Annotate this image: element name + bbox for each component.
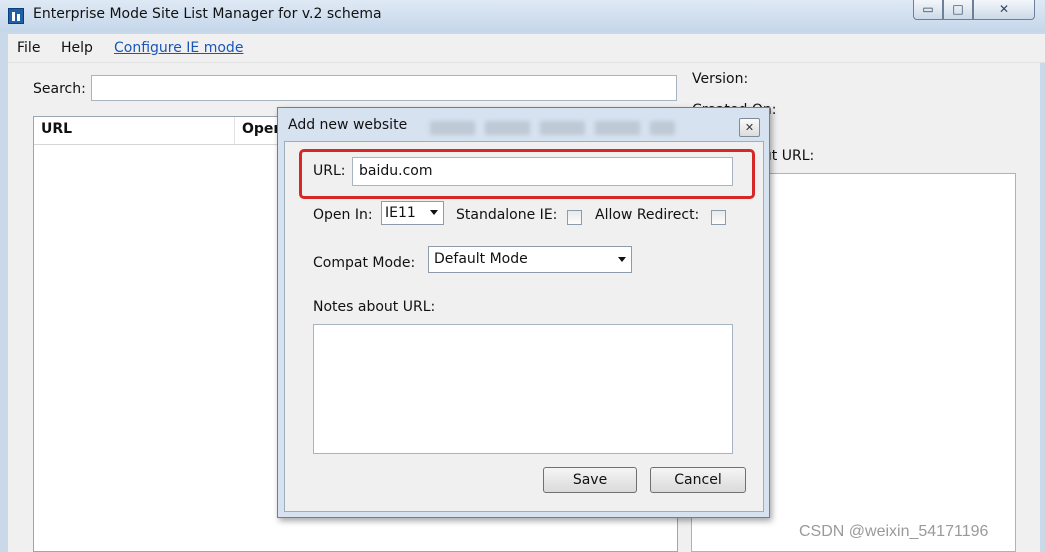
maximize-button[interactable]: □ (943, 0, 973, 20)
red-highlight-box (299, 149, 755, 199)
dialog-notes-label: Notes about URL: (313, 299, 436, 315)
dialog-notes-textarea[interactable] (313, 324, 733, 454)
menu-file[interactable]: File (17, 40, 40, 56)
menu-bar: File Help Configure IE mode (8, 34, 1045, 63)
minimize-button[interactable]: ▭ (913, 0, 943, 20)
watermark: CSDN @weixin_54171196 (799, 523, 989, 540)
allow-redirect-checkbox[interactable] (711, 210, 726, 225)
standalone-ie-label: Standalone IE: (456, 207, 558, 223)
window-close-button[interactable]: ✕ (973, 0, 1035, 20)
save-button[interactable]: Save (543, 467, 637, 493)
menu-help[interactable]: Help (61, 40, 93, 56)
configure-ie-mode-link[interactable]: Configure IE mode (114, 40, 243, 56)
open-in-label: Open In: (313, 207, 373, 223)
dropdown-arrow-icon (430, 210, 438, 215)
open-in-value: IE11 (385, 205, 416, 221)
blurred-background-text (430, 121, 675, 135)
column-header-url[interactable]: URL (41, 121, 72, 137)
app-icon (8, 8, 24, 24)
cancel-button[interactable]: Cancel (650, 467, 746, 493)
search-input[interactable] (91, 75, 677, 101)
column-divider[interactable] (234, 117, 235, 144)
compat-mode-label: Compat Mode: (313, 255, 416, 271)
search-label: Search: (33, 81, 86, 97)
dialog-title: Add new website (288, 117, 408, 133)
compat-mode-select[interactable]: Default Mode (428, 246, 632, 273)
open-in-select[interactable]: IE11 (381, 201, 444, 225)
standalone-ie-checkbox[interactable] (567, 210, 582, 225)
allow-redirect-label: Allow Redirect: (595, 207, 700, 223)
window-title: Enterprise Mode Site List Manager for v.… (33, 6, 382, 22)
dropdown-arrow-icon (618, 257, 626, 262)
window-border (1040, 63, 1045, 552)
dialog-close-button[interactable]: ✕ (739, 118, 760, 137)
version-label: Version: (692, 71, 749, 87)
compat-mode-value: Default Mode (434, 251, 528, 267)
